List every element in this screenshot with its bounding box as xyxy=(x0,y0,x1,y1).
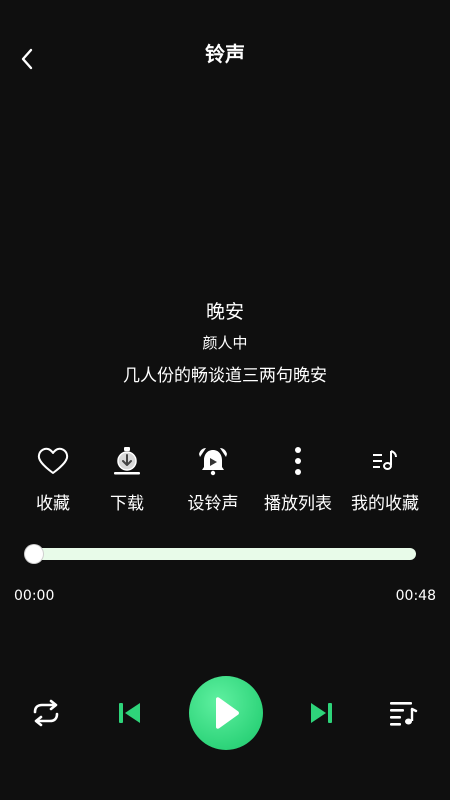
set-ringtone-label: 设铃声 xyxy=(187,494,239,514)
set-ringtone-button[interactable]: 设铃声 xyxy=(168,443,258,514)
play-icon xyxy=(216,697,239,729)
progress-knob[interactable] xyxy=(25,545,43,563)
next-button[interactable] xyxy=(301,695,341,731)
song-title: 晚安 xyxy=(205,301,244,323)
repeat-icon xyxy=(33,699,59,727)
song-artist: 颜人中 xyxy=(202,334,248,352)
download-icon xyxy=(114,447,140,475)
heart-icon xyxy=(37,447,69,474)
favorite-label: 收藏 xyxy=(36,494,70,514)
more-vertical-icon xyxy=(295,447,301,475)
skip-previous-icon xyxy=(119,703,140,723)
playlist-label: 播放列表 xyxy=(264,494,332,514)
previous-button[interactable] xyxy=(110,695,150,731)
my-favorites-label: 我的收藏 xyxy=(351,494,419,514)
playlist-button[interactable]: 播放列表 xyxy=(253,443,343,514)
lyric-line: 几人份的畅谈道三两句晚安 xyxy=(123,366,327,386)
download-label: 下载 xyxy=(110,494,144,514)
skip-next-icon xyxy=(311,703,332,723)
download-button[interactable]: 下载 xyxy=(82,443,172,514)
my-favorites-button[interactable]: 我的收藏 xyxy=(340,443,430,514)
repeat-button[interactable] xyxy=(26,695,66,731)
play-button[interactable] xyxy=(189,676,263,750)
music-list-icon xyxy=(373,450,397,470)
current-time: 00:00 xyxy=(14,588,55,604)
total-time: 00:48 xyxy=(395,588,436,604)
alarm-icon xyxy=(199,448,227,476)
playlist-toggle-button[interactable] xyxy=(383,695,423,731)
progress-track[interactable] xyxy=(34,548,416,560)
playlist-icon xyxy=(390,702,418,726)
page-title: 铃声 xyxy=(205,42,245,66)
